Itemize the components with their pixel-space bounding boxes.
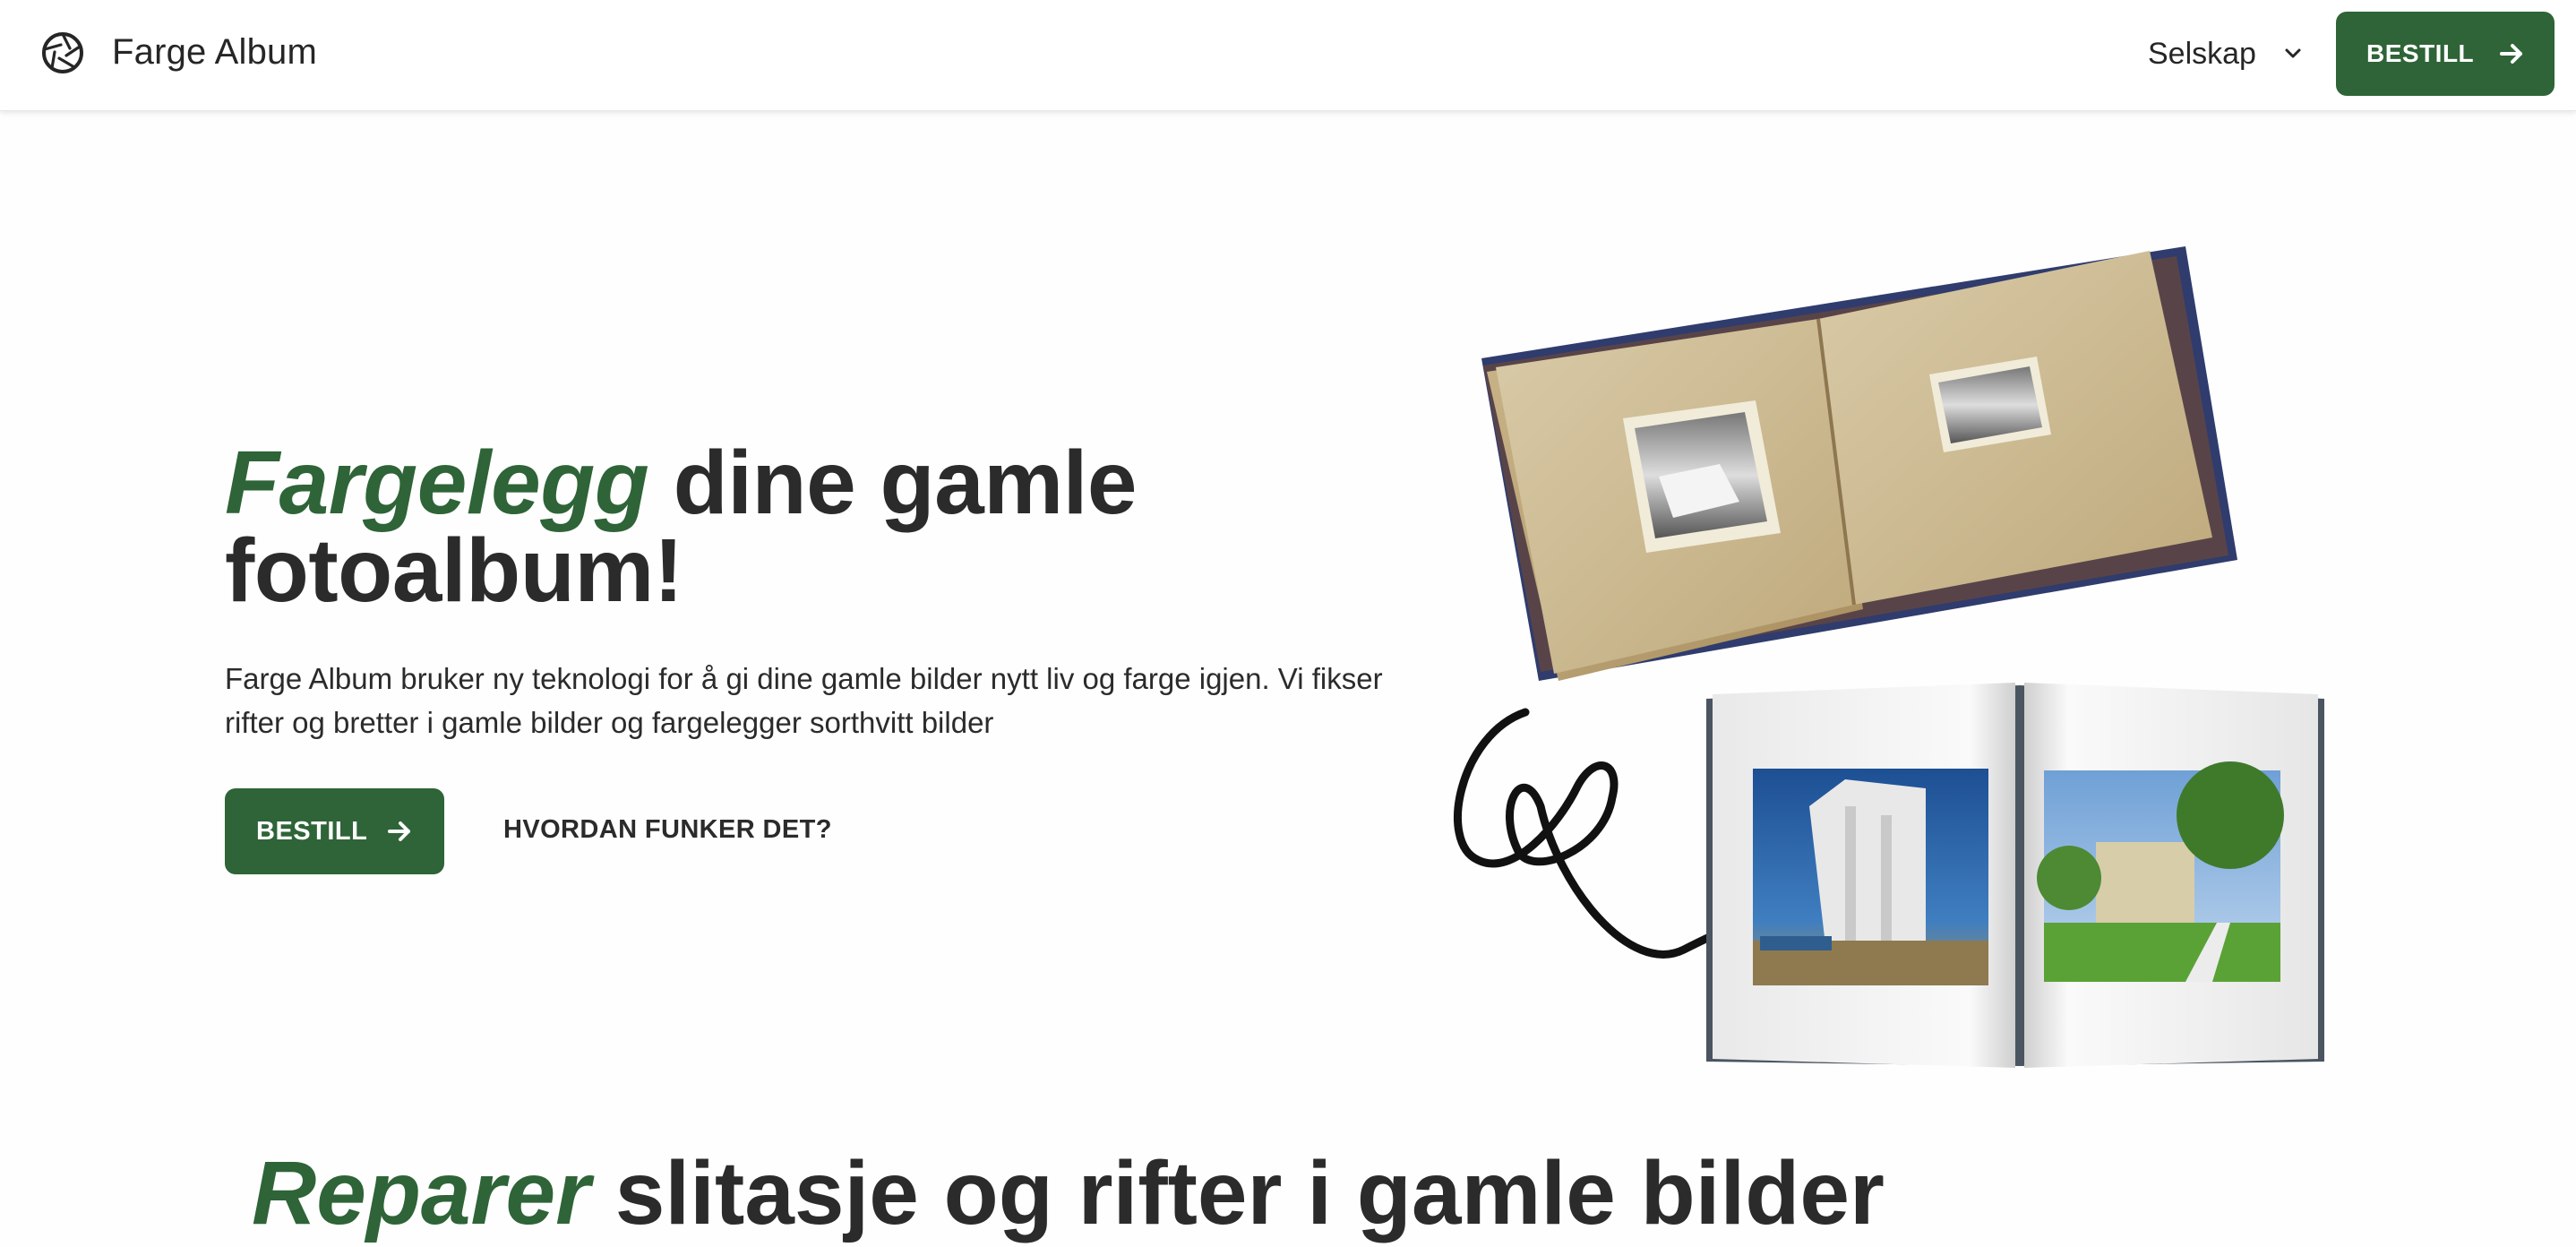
brand-name[interactable]: Farge Album bbox=[112, 32, 317, 73]
hero-order-label: BESTILL bbox=[256, 816, 368, 846]
arrow-right-icon bbox=[388, 821, 410, 841]
color-photo-book-image bbox=[1706, 683, 2324, 1068]
hero-order-button[interactable]: BESTILL bbox=[225, 788, 444, 874]
hero-illustration bbox=[1454, 246, 2324, 1068]
nav-company-dropdown[interactable]: Selskap bbox=[2148, 34, 2303, 73]
old-photo-album-image bbox=[1481, 246, 2237, 681]
section-title-repair: Reparer slitasje og rifter i gamle bilde… bbox=[252, 1140, 2401, 1247]
nav-company-label: Selskap bbox=[2148, 36, 2256, 71]
chevron-down-icon bbox=[2285, 48, 2301, 58]
site-header: Farge Album Selskap BESTILL bbox=[0, 0, 2576, 111]
section-title-accent: Reparer bbox=[252, 1143, 590, 1243]
how-it-works-link[interactable]: HVORDAN FUNKER DET? bbox=[503, 815, 832, 845]
header-order-button[interactable]: BESTILL bbox=[2336, 12, 2555, 96]
arrow-right-icon bbox=[2500, 44, 2522, 64]
section-title-rest: slitasje og rifter i gamle bilder bbox=[589, 1143, 1885, 1243]
hero-description: Farge Album bruker ny teknologi for å gi… bbox=[225, 662, 1383, 739]
header-order-label: BESTILL bbox=[2366, 39, 2475, 67]
aperture-icon[interactable] bbox=[41, 31, 84, 74]
hero-title-accent: Fargelegg bbox=[225, 433, 649, 533]
hero-title: Fargelegg dine gamle fotoalbum! bbox=[225, 438, 1389, 615]
